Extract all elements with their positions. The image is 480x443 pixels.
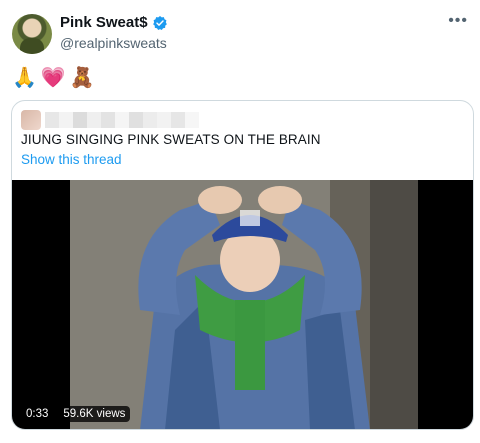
- author-name-row[interactable]: Pink Sweat$: [60, 14, 168, 31]
- avatar[interactable]: [12, 14, 52, 54]
- growing-heart-emoji: 💗: [40, 65, 66, 89]
- folded-hands-emoji: 🙏: [12, 65, 37, 89]
- video-views: 59.6K views: [58, 406, 131, 422]
- more-options-icon[interactable]: •••: [448, 12, 468, 30]
- quoted-author-name-redacted: [45, 112, 199, 128]
- teddy-bear-emoji: 🧸: [69, 65, 95, 89]
- verified-badge-icon: [152, 15, 168, 31]
- quoted-tweet-card[interactable]: JIUNG SINGING PINK SWEATS ON THE BRAIN S…: [11, 100, 474, 430]
- video-overlay: 0:33 59.6K views: [21, 406, 131, 422]
- quoted-tweet-text: JIUNG SINGING PINK SWEATS ON THE BRAIN: [21, 132, 321, 147]
- show-thread-link[interactable]: Show this thread: [21, 152, 122, 167]
- author-handle[interactable]: @realpinksweats: [60, 35, 167, 51]
- video-player[interactable]: 0:33 59.6K views: [12, 180, 473, 429]
- video-thumbnail[interactable]: [70, 180, 418, 429]
- quoted-author-avatar-redacted: [21, 110, 41, 130]
- quoted-tweet-header: [21, 110, 199, 130]
- tweet-text: 🙏 💗 🧸: [12, 66, 95, 88]
- video-duration: 0:33: [21, 406, 54, 422]
- display-name[interactable]: Pink Sweat$: [60, 14, 148, 31]
